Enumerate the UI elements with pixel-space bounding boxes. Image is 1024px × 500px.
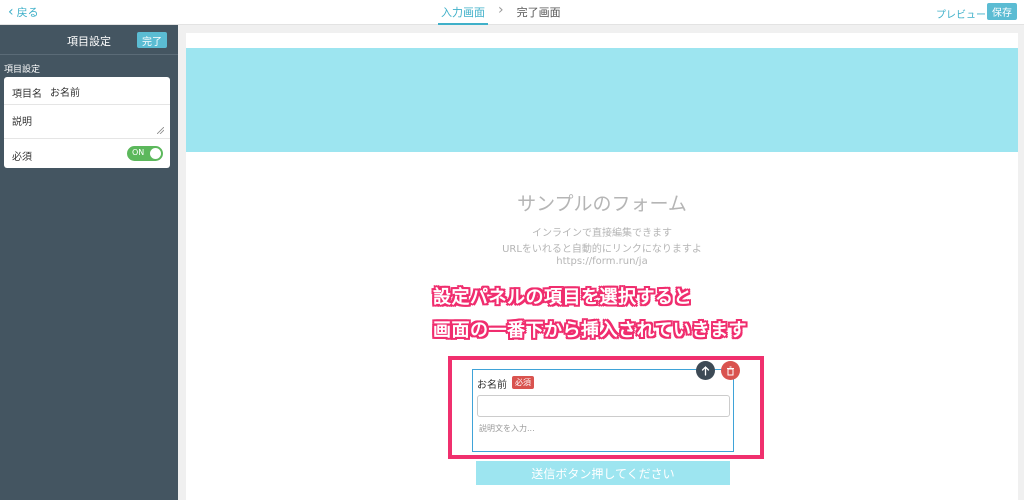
field-name-input[interactable] — [50, 82, 160, 100]
save-button[interactable]: 保存 — [987, 3, 1017, 20]
field-name-label: 項目名 — [12, 89, 42, 100]
field-settings-card: 項目名 説明 必須 ON — [4, 77, 170, 168]
required-badge: 必須 — [512, 376, 534, 389]
delete-field-button[interactable] — [721, 361, 740, 380]
required-row: 必須 ON — [4, 139, 170, 168]
form-field-block[interactable]: お名前 必須 説明文を入力... — [472, 369, 734, 452]
field-label[interactable]: お名前 — [477, 376, 507, 391]
done-button[interactable]: 完了 — [137, 32, 167, 48]
step-nav: 入力画面 › 完了画面 — [438, 3, 564, 25]
form-subtitle-line[interactable]: URLをいれると自動的にリンクになりますよ — [186, 240, 1018, 255]
chevron-right-icon: › — [498, 2, 504, 18]
form-subtitle-link[interactable]: https://form.run/ja — [186, 256, 1018, 267]
resize-handle-icon[interactable] — [157, 127, 164, 134]
description-placeholder[interactable]: 説明文を入力... — [479, 423, 535, 434]
description-label: 説明 — [12, 117, 32, 128]
trash-icon — [727, 366, 734, 375]
sidebar-header: 項目設定 完了 — [0, 25, 178, 55]
top-bar: ‹ 戻る 入力画面 › 完了画面 プレビュー 保存 — [0, 0, 1024, 25]
description-row[interactable]: 説明 — [4, 105, 170, 139]
preview-link[interactable]: プレビュー — [936, 6, 986, 21]
toggle-state: ON — [132, 148, 145, 157]
section-label: 項目設定 — [4, 65, 41, 75]
header-banner[interactable] — [186, 48, 1018, 152]
settings-sidebar: 項目設定 完了 項目設定 項目名 説明 必須 ON — [0, 25, 178, 500]
form-subtitle-line[interactable]: インラインで直接編集できます — [186, 224, 1018, 239]
arrow-up-icon — [701, 365, 710, 376]
sidebar-title: 項目設定 — [67, 35, 111, 48]
chevron-left-icon: ‹ — [8, 4, 14, 20]
submit-button[interactable]: 送信ボタン押してください — [476, 461, 730, 485]
form-title[interactable]: サンプルのフォーム — [186, 189, 1018, 216]
move-up-button[interactable] — [696, 361, 715, 380]
annotation-text: 画面の一番下から挿入されていきます — [433, 320, 747, 341]
tab-complete-screen[interactable]: 完了画面 — [514, 3, 564, 25]
tab-input-screen[interactable]: 入力画面 — [438, 3, 488, 25]
form-preview-canvas: サンプルのフォーム インラインで直接編集できます URLをいれると自動的にリンク… — [186, 33, 1018, 500]
required-label: 必須 — [12, 152, 32, 163]
annotation-text: 設定パネルの項目を選択すると — [433, 287, 692, 308]
required-toggle[interactable]: ON — [127, 146, 163, 161]
back-label: 戻る — [16, 6, 39, 19]
field-name-row: 項目名 — [4, 77, 170, 105]
back-button[interactable]: ‹ 戻る — [8, 4, 39, 20]
toggle-knob — [150, 148, 161, 159]
name-text-input[interactable] — [477, 395, 730, 417]
